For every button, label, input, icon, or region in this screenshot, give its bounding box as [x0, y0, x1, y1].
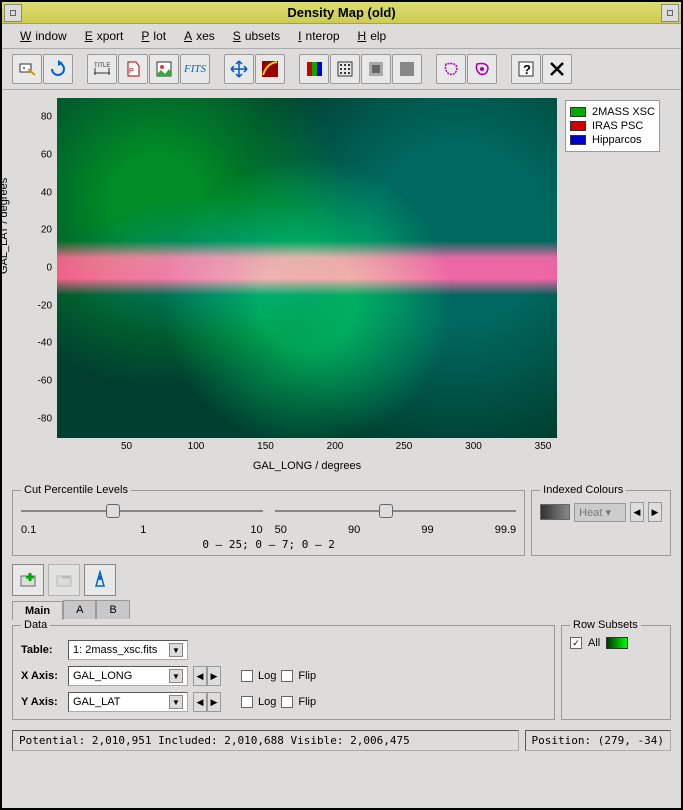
yaxis-log-checkbox[interactable]	[241, 696, 253, 708]
menubar: Window Export Plot Axes Subsets Interop …	[2, 24, 681, 49]
layer-iras-psc	[57, 98, 557, 438]
colour-preview	[540, 504, 570, 520]
status-bar: Potential: 2,010,951 Included: 2,010,688…	[2, 726, 681, 757]
colour-next-button[interactable]: ▶	[648, 502, 662, 522]
svg-text:P: P	[129, 68, 134, 75]
row-subsets-title: Row Subsets	[570, 619, 641, 631]
cut-low-slider[interactable]	[21, 502, 263, 522]
menu-window[interactable]: Window	[12, 27, 71, 45]
subset-label: All	[588, 637, 600, 649]
menu-axes[interactable]: Axes	[176, 27, 219, 45]
window-maximize-button[interactable]	[661, 4, 679, 22]
toolbar: TITLE P FITS ?	[2, 49, 681, 90]
region-blob-icon[interactable]	[467, 54, 497, 84]
titlebar[interactable]: Density Map (old)	[2, 2, 681, 24]
yaxis-next-button[interactable]: ▶	[207, 692, 221, 712]
plot-main: GAL_LAT / degrees 806040 200-20 -40-60-8…	[12, 98, 557, 472]
dataset-tabs: Main A B	[2, 600, 681, 619]
menu-subsets[interactable]: Subsets	[225, 27, 284, 45]
status-position: Position: (279, -34)	[525, 730, 671, 751]
colour-prev-button[interactable]: ◀	[630, 502, 644, 522]
table-select[interactable]: 1: 2mass_xsc.fits ▼	[68, 640, 188, 660]
close-icon[interactable]	[542, 54, 572, 84]
xaxis-prev-button[interactable]: ◀	[193, 666, 207, 686]
legend-item: 2MASS XSC	[570, 105, 655, 119]
plot-area: GAL_LAT / degrees 806040 200-20 -40-60-8…	[2, 90, 681, 480]
cut-levels-panel: Cut Percentile Levels 0.1 1 10	[12, 484, 525, 556]
blur-icon[interactable]	[361, 54, 391, 84]
cut-levels-title: Cut Percentile Levels	[21, 484, 131, 496]
tab-b[interactable]: B	[96, 600, 129, 619]
xaxis-flip-checkbox[interactable]	[281, 670, 293, 682]
grid-icon[interactable]	[330, 54, 360, 84]
colour-map-select[interactable]: Heat ▾	[574, 503, 626, 522]
window-menu-button[interactable]	[4, 4, 22, 22]
xaxis-select[interactable]: GAL_LONG ▼	[68, 666, 188, 686]
menu-export[interactable]: Export	[77, 27, 128, 45]
window-title: Density Map (old)	[287, 5, 395, 20]
status-counts: Potential: 2,010,951 Included: 2,010,688…	[12, 730, 519, 751]
replot-icon[interactable]	[12, 54, 42, 84]
legend-item: IRAS PSC	[570, 119, 655, 133]
y-axis-label: GAL_LAT / degrees	[0, 178, 10, 274]
yaxis-flip-checkbox[interactable]	[281, 696, 293, 708]
refresh-icon[interactable]	[43, 54, 73, 84]
dataset-config-button[interactable]	[84, 564, 116, 596]
tab-a[interactable]: A	[63, 600, 96, 619]
menu-plot[interactable]: Plot	[133, 27, 170, 45]
help-icon[interactable]: ?	[511, 54, 541, 84]
y-axis-ticks: 806040 200-20 -40-60-80	[12, 98, 57, 438]
cut-high-slider[interactable]	[275, 502, 517, 522]
pan-zoom-icon[interactable]	[224, 54, 254, 84]
yaxis-label: Y Axis:	[21, 696, 63, 708]
yaxis-select[interactable]: GAL_LAT ▼	[68, 692, 188, 712]
data-panel-title: Data	[21, 619, 50, 631]
menu-help[interactable]: Help	[350, 27, 391, 45]
fits-export-icon[interactable]: FITS	[180, 54, 210, 84]
cut-values-text: 0 — 25; 0 — 7; 0 — 2	[21, 538, 516, 551]
pdf-export-icon[interactable]: P	[118, 54, 148, 84]
row-subsets-panel: Row Subsets ✓ All	[561, 619, 671, 720]
image-export-icon[interactable]	[149, 54, 179, 84]
legend: 2MASS XSC IRAS PSC Hipparcos	[565, 100, 660, 152]
tab-main[interactable]: Main	[12, 601, 63, 620]
yaxis-prev-button[interactable]: ◀	[193, 692, 207, 712]
subset-all-checkbox[interactable]: ✓	[570, 637, 582, 649]
indexed-colours-panel: Indexed Colours Heat ▾ ◀ ▶	[531, 484, 671, 556]
legend-item: Hipparcos	[570, 133, 655, 147]
subset-colour-swatch[interactable]	[606, 637, 628, 649]
indexed-colours-title: Indexed Colours	[540, 484, 626, 496]
axes-config-icon[interactable]: TITLE	[87, 54, 117, 84]
density-plot[interactable]	[57, 98, 557, 438]
xaxis-next-button[interactable]: ▶	[207, 666, 221, 686]
dataset-buttons	[2, 560, 681, 600]
svg-text:TITLE: TITLE	[94, 63, 110, 69]
app-window: Density Map (old) Window Export Plot Axe…	[0, 0, 683, 810]
rgb-icon[interactable]	[299, 54, 329, 84]
rescale-icon[interactable]	[255, 54, 285, 84]
chevron-down-icon: ▼	[169, 669, 183, 683]
chevron-down-icon: ▼	[169, 643, 183, 657]
data-panel: Data Table: 1: 2mass_xsc.fits ▼ X Axis: …	[12, 619, 555, 720]
region-draw-icon[interactable]	[436, 54, 466, 84]
svg-text:?: ?	[523, 62, 531, 77]
table-label: Table:	[21, 644, 63, 656]
menu-interop[interactable]: Interop	[290, 27, 343, 45]
remove-dataset-button[interactable]	[48, 564, 80, 596]
add-dataset-button[interactable]	[12, 564, 44, 596]
mask-icon[interactable]	[392, 54, 422, 84]
xaxis-log-checkbox[interactable]	[241, 670, 253, 682]
chevron-down-icon: ▼	[169, 695, 183, 709]
xaxis-label: X Axis:	[21, 670, 63, 682]
x-axis-ticks: 50100150 200250300 350	[57, 438, 557, 458]
x-axis-label: GAL_LONG / degrees	[57, 458, 557, 472]
